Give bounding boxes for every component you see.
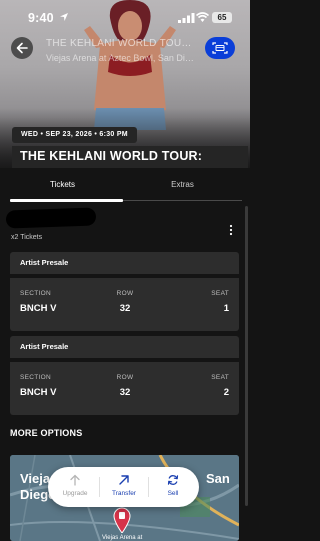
seat-label: SEAT — [211, 290, 229, 297]
seat-label: SEAT — [211, 374, 229, 381]
cellular-signal-icon — [178, 13, 195, 23]
row-label: ROW — [116, 374, 134, 381]
ticket-details: SECTION ROW SEAT BNCH V 32 2 — [10, 362, 239, 415]
row-value: 32 — [119, 387, 131, 398]
upgrade-label: Upgrade — [62, 490, 88, 497]
section-label: SECTION — [20, 290, 51, 297]
section-value: BNCH V — [20, 303, 57, 314]
wallet-icon — [212, 42, 228, 54]
ticket-type: Artist Presale — [10, 252, 239, 274]
row-value: 32 — [119, 303, 131, 314]
active-tab-indicator — [10, 199, 123, 202]
more-options-icon[interactable] — [228, 224, 234, 236]
back-button[interactable] — [11, 37, 33, 59]
map-label: Vieja — [20, 471, 51, 486]
sell-label: Sell — [167, 490, 179, 497]
event-title: THE KEHLANI WORLD TOUR: — [12, 146, 248, 168]
map-venue-label: Viejas Arena at — [102, 535, 143, 541]
status-bar: 9:40 65 — [0, 0, 250, 34]
redacted-name — [5, 207, 97, 229]
transfer-button[interactable]: Transfer — [99, 467, 149, 507]
header-title: THE KEHLANI WORLD TOUR: NOR... — [46, 38, 198, 49]
add-to-wallet-button[interactable] — [205, 37, 235, 59]
upgrade-button[interactable]: Upgrade — [50, 467, 100, 507]
header-venue: Viejas Arena at Aztec Bowl, San Diego, S… — [46, 53, 198, 63]
map-pin-icon — [113, 507, 131, 533]
seat-value: 2 — [223, 387, 229, 398]
transfer-label: Transfer — [112, 490, 136, 497]
map-label: San — [206, 471, 230, 486]
refresh-icon — [167, 475, 179, 485]
ticket-action-bar: Upgrade Transfer Sell — [48, 467, 199, 507]
seat-value: 1 — [223, 303, 229, 314]
scrollbar[interactable] — [245, 206, 248, 506]
location-arrow-icon — [60, 13, 68, 21]
row-label: ROW — [116, 290, 134, 297]
event-date-time: WED • SEP 23, 2026 • 6:30 PM — [12, 127, 137, 143]
ticket-tabs: Tickets Extras — [0, 168, 250, 204]
more-options-heading: MORE OPTIONS — [10, 428, 83, 438]
wifi-icon — [196, 12, 209, 22]
tab-tickets[interactable]: Tickets — [0, 180, 125, 189]
status-time: 9:40 — [28, 11, 54, 25]
section-label: SECTION — [20, 374, 51, 381]
ticket-card[interactable]: Artist Presale SECTION ROW SEAT BNCH V 3… — [10, 336, 239, 415]
tab-extras[interactable]: Extras — [125, 180, 240, 189]
battery-icon: 65 — [212, 12, 232, 23]
arrow-up-icon — [70, 474, 80, 486]
ticket-type: Artist Presale — [10, 336, 239, 358]
send-arrow-icon — [119, 475, 129, 485]
ticket-card[interactable]: Artist Presale SECTION ROW SEAT BNCH V 3… — [10, 252, 239, 331]
sell-button[interactable]: Sell — [148, 467, 198, 507]
arrow-left-icon — [16, 42, 28, 54]
ticket-count: x2 Tickets — [11, 234, 43, 241]
ticket-details: SECTION ROW SEAT BNCH V 32 1 — [10, 278, 239, 331]
section-value: BNCH V — [20, 387, 57, 398]
